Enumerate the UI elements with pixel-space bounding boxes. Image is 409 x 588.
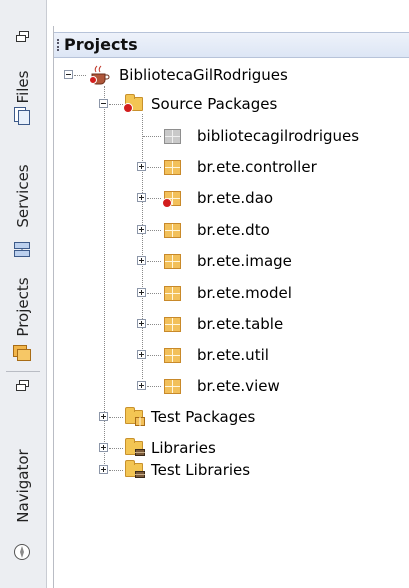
tree-row-libraries[interactable]: Libraries <box>125 436 216 460</box>
tree-row-package[interactable]: br.ete.dto <box>164 218 270 242</box>
tree-row-package[interactable]: br.ete.controller <box>164 155 317 179</box>
tab-files[interactable]: Files <box>0 60 46 130</box>
package-icon <box>164 316 181 332</box>
package-label: br.ete.view <box>197 377 280 395</box>
package-label: bibliotecagilrodrigues <box>197 127 360 145</box>
tree-row-package[interactable]: br.ete.image <box>164 249 292 273</box>
empty-package-icon <box>164 128 181 144</box>
package-icon <box>164 222 181 238</box>
restore-window-icon[interactable] <box>16 31 29 42</box>
expand-toggle[interactable] <box>137 319 146 328</box>
package-icon <box>164 347 181 363</box>
expand-toggle[interactable] <box>99 443 108 452</box>
expand-toggle[interactable] <box>137 288 146 297</box>
tree-row-project[interactable]: BibliotecaGilRodrigues <box>89 63 288 87</box>
expand-toggle[interactable] <box>137 162 146 171</box>
package-icon <box>164 159 181 175</box>
source-packages-folder-icon <box>123 94 143 113</box>
package-label: br.ete.table <box>197 315 284 333</box>
tree-row-test-libraries[interactable]: Test Libraries <box>125 458 250 482</box>
package-icon <box>164 253 181 269</box>
error-badge-icon <box>162 197 172 208</box>
tree-row-package[interactable]: br.ete.view <box>164 374 280 398</box>
navigator-icon <box>14 544 30 560</box>
tree-row-package[interactable]: bibliotecagilrodrigues <box>164 124 359 148</box>
package-label: br.ete.model <box>197 284 292 302</box>
tree-row-package[interactable]: br.ete.table <box>164 312 283 336</box>
package-label: br.ete.controller <box>197 158 317 176</box>
side-bar: Files Services Projects Navigator <box>0 0 47 588</box>
restore-window-icon[interactable] <box>16 380 29 391</box>
package-icon <box>164 285 181 301</box>
tree-row-package[interactable]: br.ete.dao <box>162 186 274 210</box>
tree-row-package[interactable]: br.ete.model <box>164 281 292 305</box>
tab-services[interactable]: Services <box>0 145 46 260</box>
expand-toggle[interactable] <box>137 256 146 265</box>
test-packages-folder-icon <box>125 407 145 426</box>
source-packages-label: Source Packages <box>151 95 278 113</box>
expand-toggle[interactable] <box>99 412 108 421</box>
package-label: br.ete.image <box>197 252 292 270</box>
error-badge-icon <box>123 103 133 113</box>
tree-row-test-packages[interactable]: Test Packages <box>125 405 255 429</box>
root-collapse-toggle[interactable] <box>64 70 73 79</box>
project-name: BibliotecaGilRodrigues <box>119 66 288 84</box>
tab-projects[interactable]: Projects <box>0 265 46 365</box>
package-icon <box>162 190 181 208</box>
test-libraries-label: Test Libraries <box>151 461 251 479</box>
test-packages-label: Test Packages <box>151 408 256 426</box>
side-separator <box>6 371 40 372</box>
tab-navigator[interactable]: Navigator <box>0 405 46 570</box>
drag-grip-icon[interactable] <box>57 39 62 51</box>
tree-row-source-packages[interactable]: Source Packages <box>123 92 278 116</box>
expand-toggle[interactable] <box>137 381 146 390</box>
expand-toggle[interactable] <box>137 350 146 359</box>
panel-header[interactable]: Projects <box>54 32 409 58</box>
test-libraries-folder-icon <box>125 460 145 478</box>
projects-icon <box>13 345 31 361</box>
libraries-label: Libraries <box>151 439 216 457</box>
package-label: br.ete.util <box>197 346 269 364</box>
services-icon <box>14 242 30 257</box>
expand-toggle[interactable] <box>137 225 146 234</box>
package-label: br.ete.dao <box>197 189 274 207</box>
files-icon <box>14 107 30 125</box>
tab-files-label: Files <box>14 70 32 104</box>
expand-toggle[interactable] <box>99 465 108 474</box>
libraries-folder-icon <box>125 438 145 456</box>
package-label: br.ete.dto <box>197 221 270 239</box>
tab-services-label: Services <box>14 164 32 228</box>
package-icon <box>164 378 181 394</box>
coffee-project-icon <box>89 65 110 85</box>
tab-projects-label: Projects <box>14 277 32 337</box>
expand-toggle[interactable] <box>137 193 146 202</box>
panel-title: Projects <box>64 35 138 54</box>
tab-navigator-label: Navigator <box>14 449 32 523</box>
source-packages-collapse-toggle[interactable] <box>99 99 108 108</box>
tree-row-package[interactable]: br.ete.util <box>164 343 269 367</box>
